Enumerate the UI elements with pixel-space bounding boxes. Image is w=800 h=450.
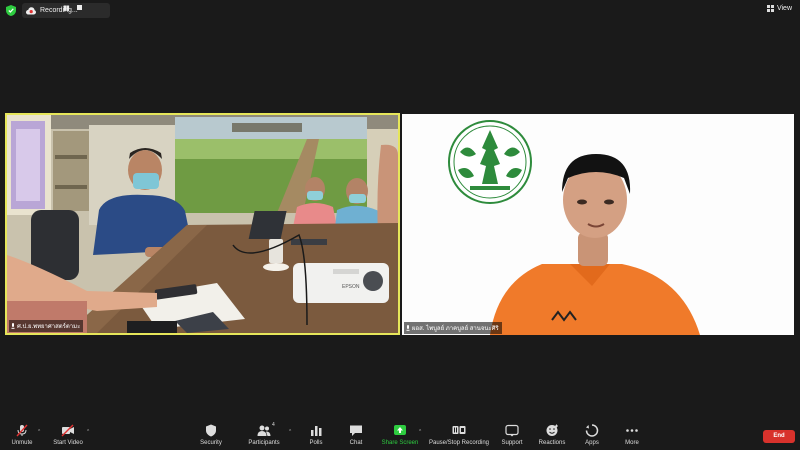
reactions-smiley-icon: [546, 424, 558, 436]
polls-icon: [311, 426, 322, 436]
participants-icon: [257, 425, 271, 436]
video-off-icon: [61, 424, 74, 437]
view-label: View: [776, 5, 792, 12]
more-label: More: [625, 440, 639, 446]
chat-label: Chat: [349, 440, 363, 446]
pause-recording-icon[interactable]: ▮▮: [63, 4, 70, 12]
grid-view-icon: [766, 5, 774, 12]
share-options-chevron-icon[interactable]: ⌃: [418, 429, 422, 435]
more-button[interactable]: More: [602, 418, 662, 446]
pause-stop-icon: [452, 426, 466, 434]
participant-name-tag: ศ.ป.ย.พทยาศาสตร์ตามะ: [9, 320, 84, 332]
recording-label: Recording...: [40, 7, 78, 14]
chat-bubble-icon: [350, 425, 362, 436]
apps-label: Apps: [585, 440, 599, 446]
end-meeting-button[interactable]: End: [763, 430, 795, 443]
support-label: Support: [501, 440, 523, 446]
participant-name-tag: ผอส. ไพบูลย์ ภาคบูลย์ สานจนะศิริ: [404, 322, 502, 334]
projector-brand-label: EPSON: [342, 284, 360, 290]
participants-button[interactable]: Participants: [234, 418, 294, 446]
department-seal-logo: [448, 120, 532, 204]
video-options-chevron-icon[interactable]: ⌃: [86, 429, 90, 435]
view-button[interactable]: View: [766, 5, 792, 12]
share-screen-label: Share Screen: [381, 440, 419, 446]
participant-name: ศ.ป.ย.พทยาศาสตร์ตามะ: [17, 324, 81, 330]
participant-video-tile[interactable]: ผอส. ไพบูลย์ ภาคบูลย์ สานจนะศิริ: [402, 114, 794, 335]
share-screen-icon: [394, 425, 406, 435]
participants-label: Participants: [248, 440, 280, 446]
pause-stop-recording-button[interactable]: Pause/Stop Recording: [429, 418, 489, 446]
shield-icon: [206, 424, 216, 437]
meeting-toolbar: Unmute ⌃ Start Video ⌃ Security Particip…: [0, 418, 800, 450]
security-label: Security: [200, 440, 222, 446]
stop-recording-icon[interactable]: [77, 5, 82, 10]
unmute-label: Unmute: [11, 440, 33, 446]
microphone-icon: [11, 323, 15, 329]
more-ellipsis-icon: [626, 429, 638, 432]
participant-video-tile-active-speaker[interactable]: EPSON ศ.ป.ย.พทยาศาสตร์ตามะ: [5, 113, 400, 335]
pause-stop-label: Pause/Stop Recording: [428, 440, 490, 446]
participants-count: 4: [272, 422, 275, 428]
muted-microphone-icon: [16, 424, 28, 437]
microphone-icon: [406, 325, 410, 331]
top-bar: Recording... ▮▮ View: [0, 0, 800, 22]
apps-icon: [585, 424, 599, 437]
support-icon: [505, 424, 519, 437]
security-shield-icon[interactable]: [6, 5, 16, 16]
participant-name: ผอส. ไพบูลย์ ภาคบูลย์ สานจนะศิริ: [412, 326, 499, 332]
meeting-room-video: EPSON: [7, 115, 398, 333]
polls-label: Polls: [309, 440, 323, 446]
cloud-recording-icon: [26, 6, 36, 14]
speaker-video: [402, 114, 794, 335]
start-video-label: Start Video: [53, 440, 83, 446]
security-button[interactable]: Security: [181, 418, 241, 446]
